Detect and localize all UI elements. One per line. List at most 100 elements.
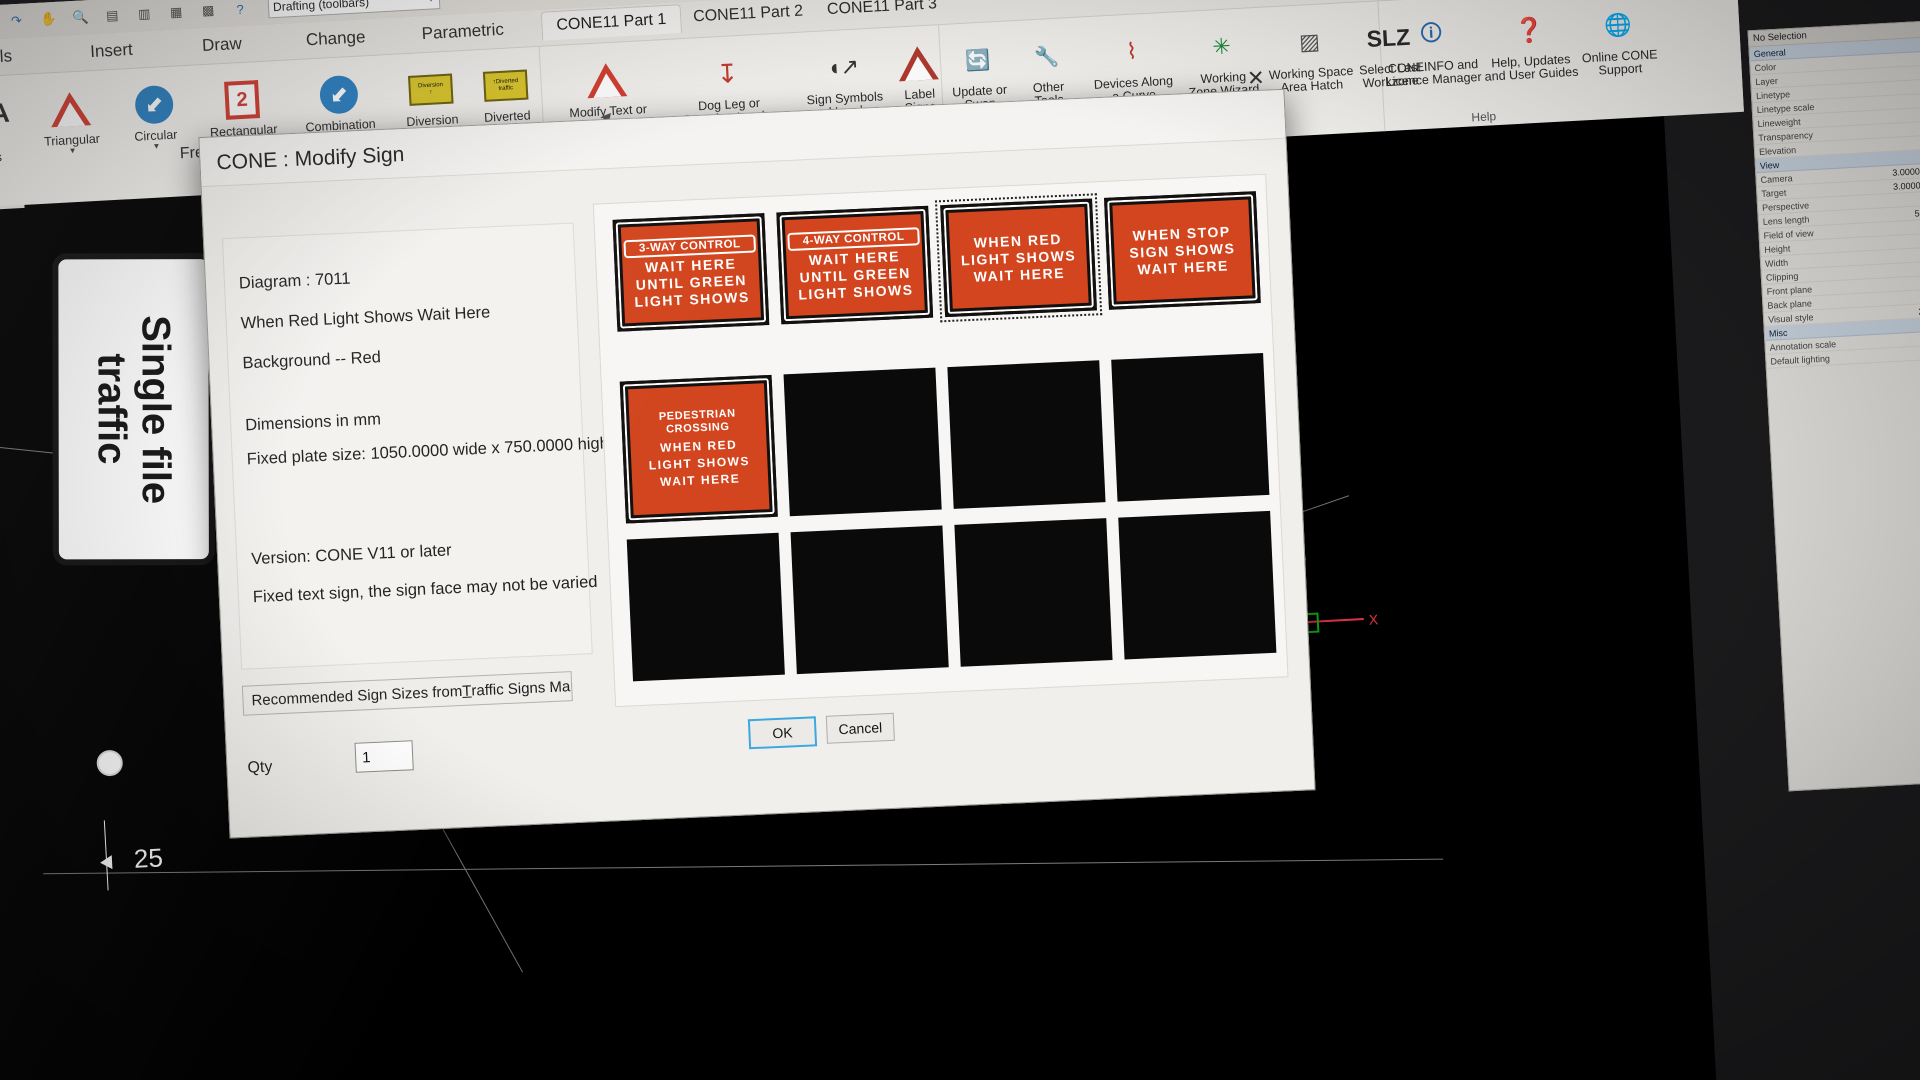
property-key: Perspective [1761,199,1810,213]
match-icon[interactable]: ▦ [163,1,190,24]
properties-palette[interactable]: No Selection General ColorByLayer Layer0… [1747,18,1920,792]
sign-line: WAIT HERE [659,471,741,489]
canvas-sign-single-file-traffic[interactable]: Single file traffic [52,253,215,566]
autocad-screen: Single file traffic 25 Y X ✕ ＋ [0,0,1920,1080]
sign-4-way-control[interactable]: 4-WAY CONTROL WAIT HERE UNTIL GREEN LIGH… [776,205,934,325]
ribbon-button-area-hatch[interactable]: ▨ Working Space Area Hatch [1260,17,1360,96]
qty-label: Qty [247,758,273,777]
sign-thumbnail-empty[interactable] [947,360,1106,509]
property-key: Color [1754,61,1777,73]
sign-thumbnail-empty[interactable] [1111,353,1270,502]
ribbon-button-triangular[interactable]: Triangular ▼ [24,84,118,158]
other-tools-icon: 🔧 [1033,45,1060,69]
combination-sign-icon: ⬋ [315,70,363,118]
property-key: Layer [1755,75,1779,87]
dog-leg-icon: ↧ [715,57,740,89]
cancel-button[interactable]: Cancel [825,712,895,744]
ribbon-button-coneinfo[interactable]: 🛈 CONEINFO and Licence Manager [1380,10,1484,89]
sign-pedestrian-crossing[interactable]: PEDESTRIAN CROSSING WHEN RED LIGHT SHOWS… [619,374,778,524]
sign-thumbnail-empty[interactable] [1118,510,1277,660]
qty-input[interactable] [354,740,414,773]
dimension-label: 25 [133,842,164,874]
redo-icon[interactable]: ↷ [3,9,30,32]
property-key: Target [1761,187,1787,199]
property-value[interactable]: 50.0000 mm [1914,205,1920,218]
property-key: Linetype scale [1756,101,1815,115]
zoom-icon[interactable]: 🔍 [67,6,94,29]
info-fixed-text-note: Fixed text sign, the sign face may not b… [252,572,598,607]
property-value[interactable]: 3.0000, 3.0000, 0 [1893,178,1920,192]
grip-node[interactable] [96,749,124,777]
property-key: Linetype [1755,88,1791,101]
sign-gallery[interactable]: 3-WAY CONTROL WAIT HERE UNTIL GREEN LIGH… [592,173,1289,708]
sign-when-stop-sign-shows[interactable]: WHEN STOP SIGN SHOWS WAIT HERE [1104,191,1261,310]
property-value[interactable]: 3.0000, 3.0000, 1 [1892,164,1920,178]
coneinfo-icon: 🛈 [1419,19,1444,47]
sign-thumbnail[interactable]: PEDESTRIAN CROSSING WHEN RED LIGHT SHOWS… [619,374,778,524]
modify-sign-dialog[interactable]: CONE : Modify Sign ✕ Diagram : 7011 When… [198,66,1316,839]
sign-thumbnail[interactable]: 4-WAY CONTROL WAIT HERE UNTIL GREEN LIGH… [776,205,934,325]
property-key: Camera [1760,172,1793,185]
sign-thumbnail[interactable]: 3-WAY CONTROL WAIT HERE UNTIL GREEN LIGH… [612,213,770,332]
sign-thumbnail-selected[interactable]: WHEN RED LIGHT SHOWS WAIT HERE [935,193,1103,323]
property-key: Default lighting [1770,352,1831,367]
triangular-sign-icon [46,85,94,133]
sign-thumbnail[interactable]: WHEN STOP SIGN SHOWS WAIT HERE [1104,191,1261,310]
rectangular-sign-icon: 2 [218,76,266,124]
sign-line: WAIT HERE [973,264,1066,285]
property-key: Lens length [1762,213,1810,227]
circular-sign-icon: ⬋ [130,80,178,128]
online-support-icon: 🌐 [1603,11,1633,39]
ok-button[interactable]: OK [747,716,818,750]
sign-header: 4-WAY CONTROL [787,226,920,251]
info-dimensions-unit: Dimensions in mm [244,410,382,435]
manual-button-text-pre: Recommended Sign Sizes from [251,682,463,709]
recommended-sign-sizes-button[interactable]: Recommended Sign Sizes from Traffic Sign… [241,671,573,716]
layers-icon[interactable]: ▤ [99,4,126,27]
manual-button-text-post: raffic Signs Manual… [471,675,573,700]
properties-icon[interactable]: ▥ [131,2,158,25]
sign-thumbnail-empty[interactable] [626,532,785,682]
menu-item-parametric[interactable]: Parametric [421,20,504,44]
sign-thumbnail-empty[interactable] [954,518,1113,667]
info-plate-size: Fixed plate size: 1050.0000 wide x 750.0… [246,434,610,469]
info-version: Version: CONE V11 or later [250,541,452,569]
menu-item-change[interactable]: Change [305,27,366,50]
ribbon-button-help-updates[interactable]: ❓ Help, Updates and User Guides [1480,5,1580,84]
diversion-sign-icon: Diversion ↑ [407,66,455,114]
tab-cone11-part-1[interactable]: CONE11 Part 1 [540,4,683,41]
ucs-x-axis-label: X [1368,611,1379,628]
sign-line: CROSSING [665,420,730,436]
devices-curve-icon: ⌇ [1125,38,1138,65]
sign-when-red-light-shows[interactable]: WHEN RED LIGHT SHOWS WAIT HERE [940,198,1097,318]
property-key: Width [1764,257,1789,269]
property-key: Clipping [1765,270,1799,283]
pan-icon[interactable]: ✋ [35,8,62,31]
property-key: Back plane [1767,297,1813,311]
menu-item-insert[interactable]: Insert [90,40,134,62]
sign-symbols-icon: ◖↗ [826,53,860,81]
update-swap-icon: 🔄 [964,48,992,73]
sign-info-panel: Diagram : 7011 When Red Light Shows Wait… [221,222,609,670]
chevron-down-icon[interactable]: ▼ [0,163,23,175]
help-icon[interactable]: ? [227,0,254,21]
menu-item-draw[interactable]: Draw [202,34,243,56]
chevron-down-icon[interactable]: ▼ [427,0,435,3]
tab-cone11-part-3[interactable]: CONE11 Part 3 [812,0,951,25]
close-icon[interactable]: ✕ [1238,62,1273,93]
ribbon-button-circular[interactable]: ⬋ Circular ▼ [112,80,198,153]
block-icon[interactable]: ▩ [195,0,222,22]
ribbon-button-sign-arrays[interactable]: SSA Sign Arrays ▼ [0,89,23,175]
sign-thumbnail-empty[interactable] [790,525,949,675]
property-key: Transparency [1758,129,1814,143]
tab-cone11-part-2[interactable]: CONE11 Part 2 [679,0,818,32]
property-key: Lineweight [1757,116,1801,129]
dialog-title: CONE : Modify Sign [216,143,405,175]
property-key: Front plane [1766,283,1813,297]
menu-item-tools[interactable]: Tools [0,46,13,68]
sign-3-way-control[interactable]: 3-WAY CONTROL WAIT HERE UNTIL GREEN LIGH… [612,213,770,332]
ribbon-button-online-support[interactable]: 🌐 Online CONE Support [1574,0,1664,79]
ribbon-button-sublabel: and User Guides [1484,64,1579,84]
sign-thumbnail-empty[interactable] [783,367,942,517]
ribbon-button-sublabel: Licence Manager [1385,69,1482,90]
